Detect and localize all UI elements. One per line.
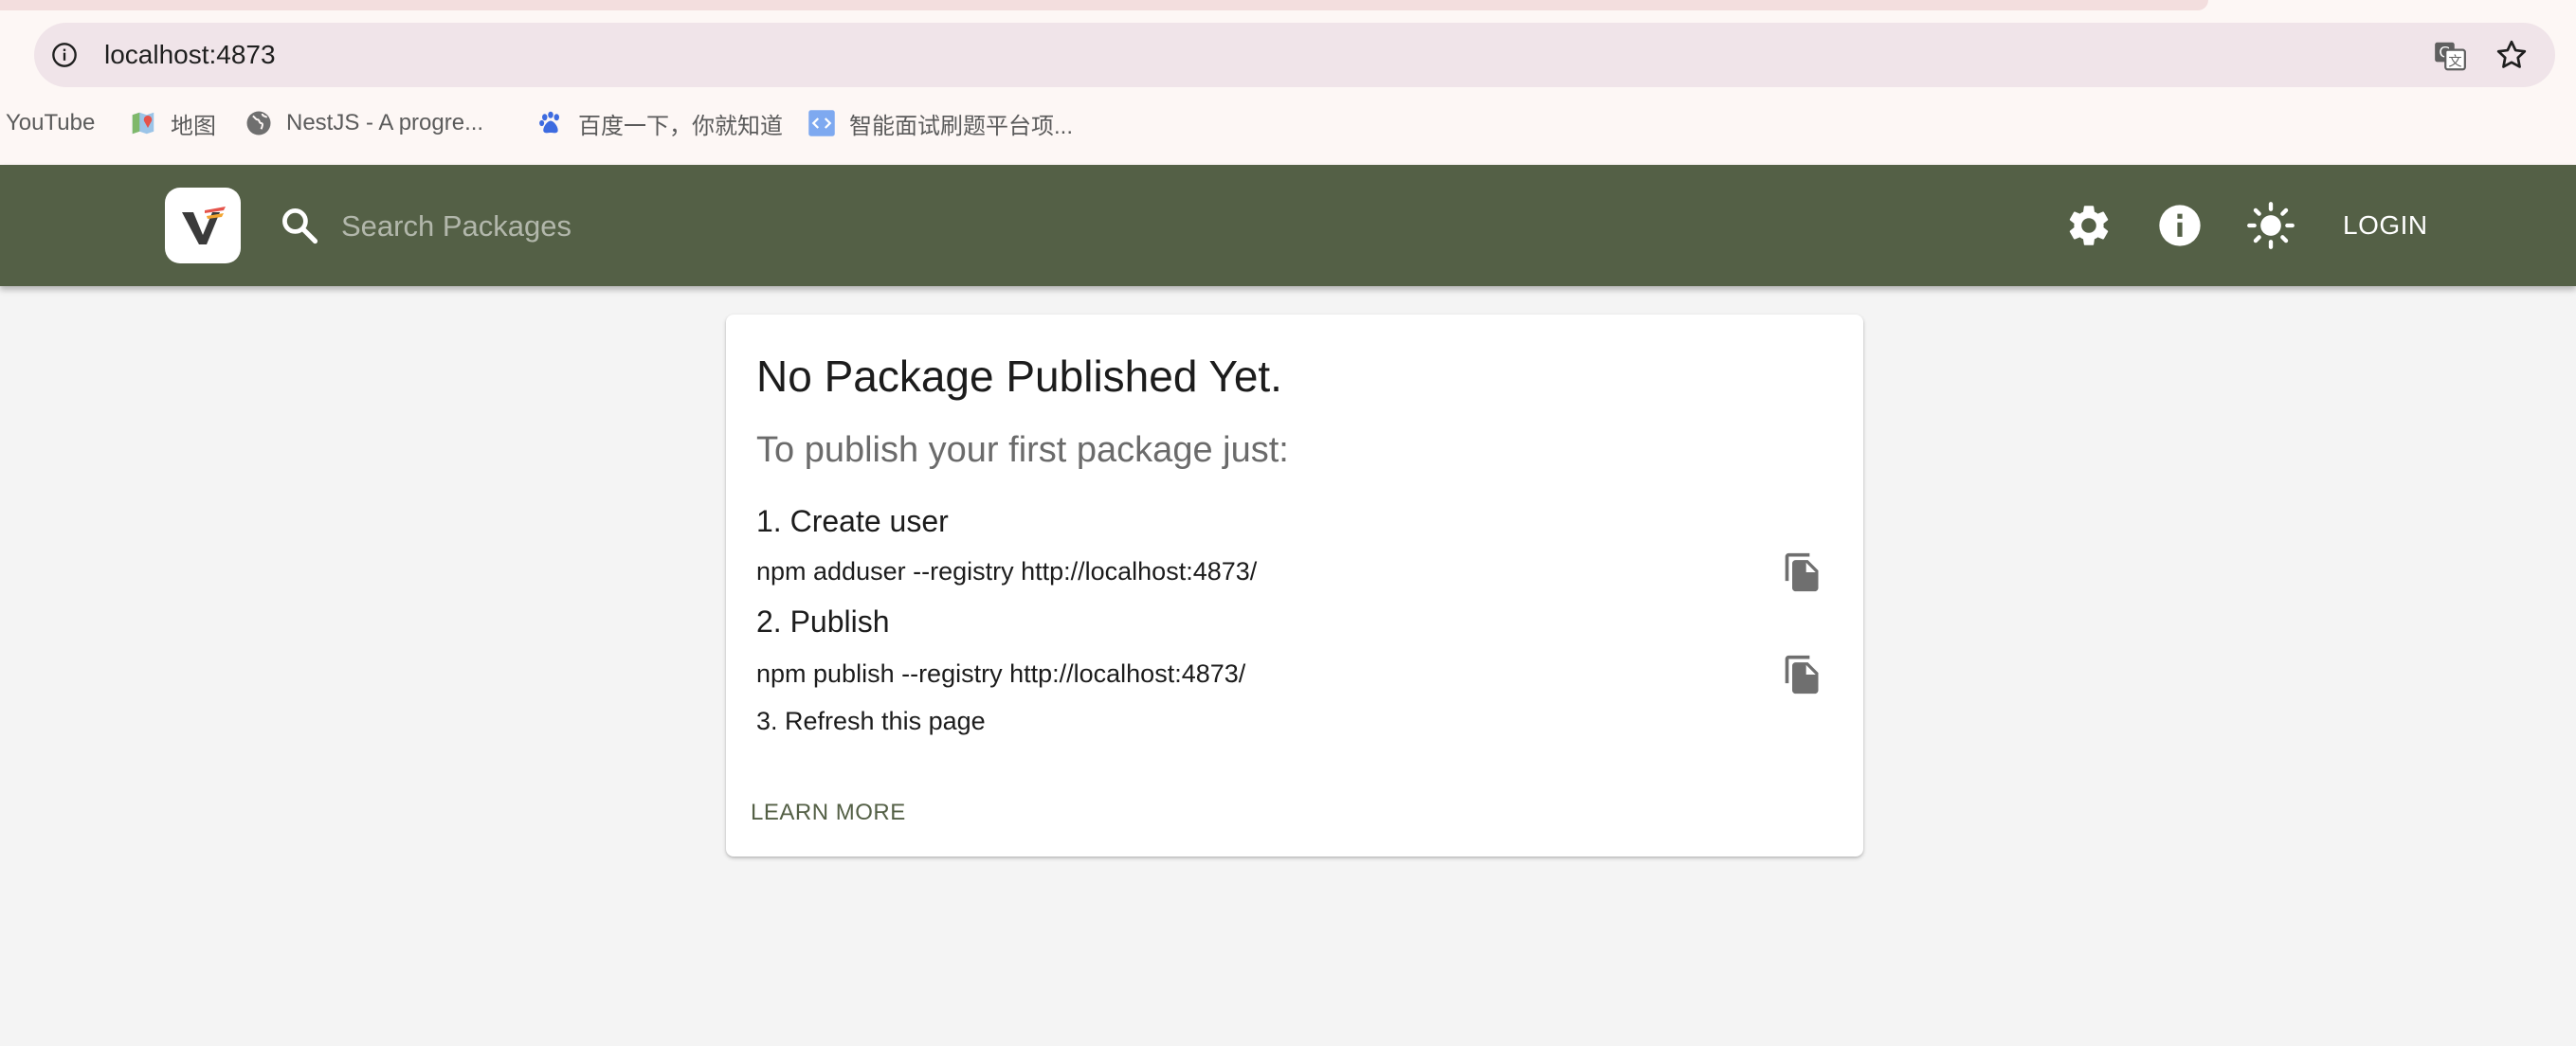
learn-more-button[interactable]: LEARN MORE xyxy=(751,800,906,826)
login-button[interactable]: LOGIN xyxy=(2328,197,2443,254)
bookmark-maps[interactable]: 地图 xyxy=(129,100,216,146)
step-publish-title: 2. Publish xyxy=(756,604,890,639)
globe-icon xyxy=(246,111,271,135)
verdaccio-logo-icon xyxy=(182,207,226,244)
bookmark-label: YouTube xyxy=(6,110,96,135)
translate-icon[interactable]: G 文 xyxy=(2432,38,2468,74)
bookmark-label: 百度一下，你就知道 xyxy=(578,113,783,139)
search-packages-input[interactable] xyxy=(339,197,1196,256)
bookmark-star-icon[interactable] xyxy=(2494,38,2529,72)
browser-chrome: localhost:4873 G 文 YouTube 地图 xyxy=(0,0,2576,165)
maps-icon xyxy=(132,112,154,135)
card-title: No Package Published Yet. xyxy=(756,352,1282,401)
verdaccio-logo[interactable] xyxy=(165,188,241,263)
bookmark-baidu[interactable]: 百度一下，你就知道 xyxy=(536,100,783,146)
code-icon xyxy=(808,110,835,136)
site-info-icon[interactable] xyxy=(51,42,78,68)
step-refresh-text: 3. Refresh this page xyxy=(756,707,986,735)
bookmark-label: 地图 xyxy=(171,113,216,139)
copy-icon xyxy=(1785,552,1819,592)
address-bar[interactable]: localhost:4873 G 文 xyxy=(34,23,2555,87)
copy-publish-button[interactable] xyxy=(1782,654,1823,695)
bookmark-label: NestJS - A progre... xyxy=(286,110,484,135)
light-theme-icon[interactable] xyxy=(2246,201,2295,250)
app-header: LOGIN xyxy=(0,165,2576,286)
publish-command: npm publish --registry http://localhost:… xyxy=(756,659,1246,688)
copy-icon xyxy=(1785,655,1819,694)
baidu-paw-icon xyxy=(539,111,559,134)
card-subtitle: To publish your first package just: xyxy=(756,430,1289,470)
bookmark-youtube[interactable]: YouTube xyxy=(6,100,95,146)
adduser-command: npm adduser --registry http://localhost:… xyxy=(756,557,1258,586)
bookmark-interview[interactable]: 智能面试刷题平台项... xyxy=(807,100,1073,146)
search-icon xyxy=(282,208,318,244)
bookmark-nestjs[interactable]: NestJS - A progre... xyxy=(245,100,483,146)
svg-text:文: 文 xyxy=(2448,53,2461,69)
step-create-user-title: 1. Create user xyxy=(756,504,949,538)
settings-gear-icon[interactable] xyxy=(2064,201,2113,250)
tab-strip xyxy=(0,0,2208,10)
empty-state-card: No Package Published Yet. To publish you… xyxy=(726,315,1863,857)
info-icon[interactable] xyxy=(2155,201,2204,250)
copy-adduser-button[interactable] xyxy=(1782,551,1823,593)
address-url[interactable]: localhost:4873 xyxy=(104,23,276,87)
bookmark-label: 智能面试刷题平台项... xyxy=(849,113,1074,139)
